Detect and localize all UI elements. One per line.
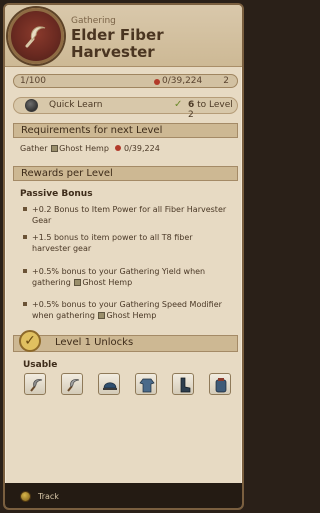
silver-orb-icon bbox=[25, 99, 38, 112]
ghost-hemp-icon bbox=[51, 145, 59, 152]
requirement-resource: Ghost Hemp bbox=[59, 144, 109, 153]
panel-header: Gathering Elder Fiber Harvester bbox=[5, 5, 242, 67]
garment-item-slot[interactable] bbox=[135, 373, 157, 395]
quick-learn-button[interactable]: Quick Learn ✓ 6 to Level 2 bbox=[13, 97, 238, 120]
bonus-item: +0.5% bonus to your Gathering Speed Modi… bbox=[23, 299, 233, 321]
sickle-icon bbox=[67, 379, 80, 392]
next-level: 2 bbox=[223, 76, 229, 86]
requirements-heading: Requirements for next Level bbox=[21, 125, 163, 136]
track-icon[interactable] bbox=[20, 491, 31, 502]
bonus-item: +1.5 bonus to item power to all T8 fiber… bbox=[23, 232, 233, 254]
bonus-item: +0.5% bonus to your Gathering Yield when… bbox=[23, 266, 233, 288]
backpack-icon bbox=[215, 378, 227, 393]
cap-item-slot[interactable] bbox=[98, 373, 120, 395]
page-title: Elder Fiber Harvester bbox=[71, 26, 164, 61]
backpack-item-slot[interactable] bbox=[209, 373, 231, 395]
requirements-header: Requirements for next Level bbox=[13, 123, 238, 138]
bullet-icon bbox=[23, 269, 27, 273]
quick-learn-target-label: to Level 2 bbox=[188, 100, 233, 120]
fame-icon bbox=[115, 145, 122, 151]
bullet-icon bbox=[23, 207, 27, 211]
usable-label: Usable bbox=[23, 360, 58, 370]
footer-bar: Track bbox=[5, 483, 242, 508]
usable-items bbox=[24, 373, 234, 399]
requirement-line: Gather Ghost Hemp 0/39,224 bbox=[20, 144, 160, 153]
fame-icon bbox=[154, 79, 160, 85]
ghost-hemp-icon bbox=[74, 279, 82, 286]
unlocks-heading: Level 1 Unlocks bbox=[55, 337, 134, 348]
track-button[interactable]: Track bbox=[38, 492, 59, 501]
sickle-icon bbox=[30, 379, 43, 392]
check-icon: ✓ bbox=[174, 99, 183, 110]
bullet-icon bbox=[23, 302, 27, 306]
cap-icon bbox=[103, 382, 117, 390]
sickle-emblem-icon bbox=[8, 8, 64, 64]
requirement-amount: 0/39,224 bbox=[124, 144, 160, 153]
current-level: 1/100 bbox=[20, 76, 46, 86]
quick-learn-label: Quick Learn bbox=[49, 100, 103, 110]
sickle-item-slot[interactable] bbox=[61, 373, 83, 395]
level-progress-bar: 1/100 0/39,224 2 bbox=[13, 74, 238, 88]
quick-learn-target: 6 to Level 2 bbox=[188, 100, 237, 120]
destiny-node-panel: Gathering Elder Fiber Harvester 1/100 0/… bbox=[3, 3, 244, 510]
rewards-header: Rewards per Level bbox=[13, 166, 238, 181]
rewards-heading: Rewards per Level bbox=[21, 168, 113, 179]
sickle-item-slot[interactable] bbox=[24, 373, 46, 395]
ghost-hemp-icon bbox=[98, 312, 106, 319]
requirement-prefix: Gather bbox=[20, 144, 48, 153]
fame-value: 0/39,224 bbox=[162, 76, 203, 86]
unlock-check-icon: ✓ bbox=[19, 330, 41, 352]
bonus-item: +0.2 Bonus to Item Power for all Fiber H… bbox=[23, 204, 233, 226]
category-subtitle: Gathering bbox=[71, 16, 116, 26]
boots-item-slot[interactable] bbox=[172, 373, 194, 395]
boots-icon bbox=[180, 377, 191, 393]
passive-bonus-title: Passive Bonus bbox=[20, 189, 93, 199]
quick-learn-count: 6 bbox=[188, 100, 195, 110]
garment-icon bbox=[139, 378, 155, 393]
bullet-icon bbox=[23, 235, 27, 239]
